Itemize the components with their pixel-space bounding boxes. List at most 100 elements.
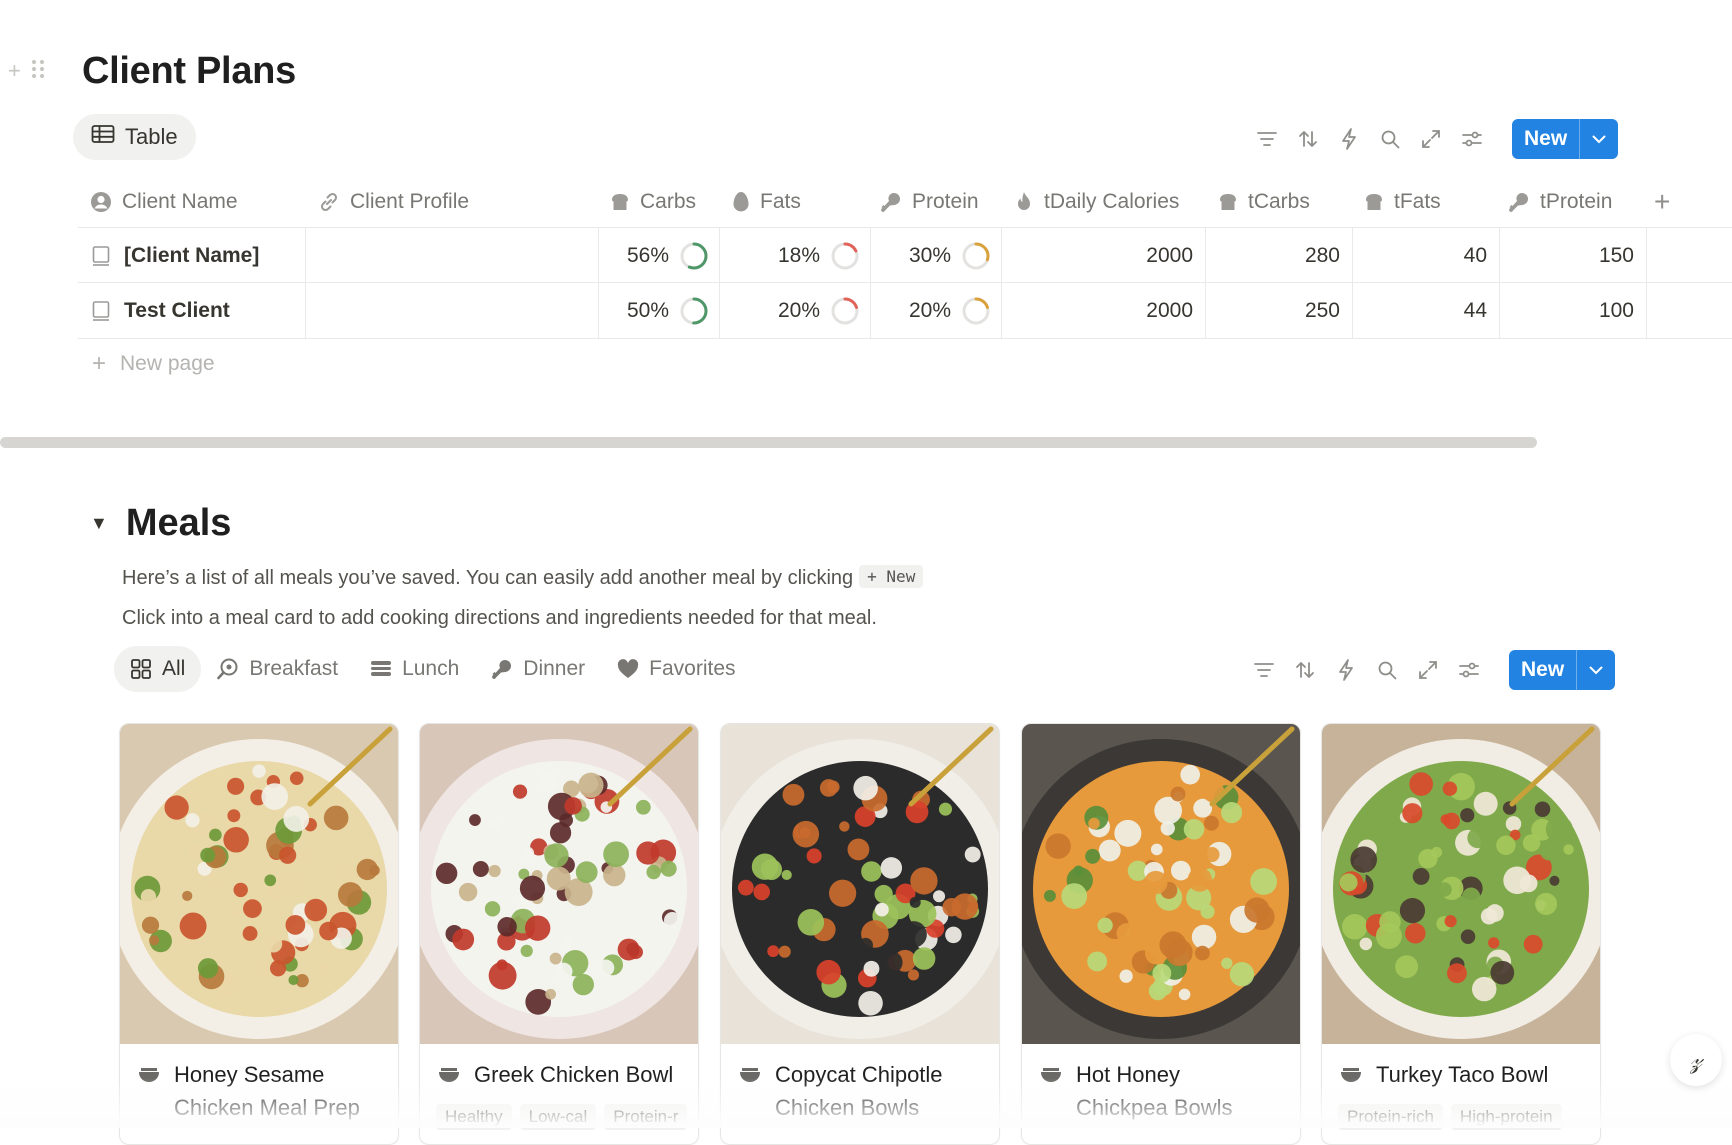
- meal-card-title-text: Hot Honey Chickpea Bowls: [1076, 1058, 1233, 1124]
- divider: [1646, 283, 1647, 338]
- meal-card-title[interactable]: Turkey Taco Bowl: [1340, 1058, 1590, 1091]
- daily-calories-cell[interactable]: 2000: [1002, 228, 1205, 283]
- description-text: Here’s a list of all meals you’ve saved.…: [122, 567, 854, 589]
- client-name-cell[interactable]: [Client Name]: [78, 228, 305, 283]
- bowl-icon: [1341, 1068, 1361, 1082]
- tag-chip[interactable]: Healthy: [436, 1104, 512, 1130]
- column-label: tProtein: [1540, 190, 1613, 213]
- meal-card-title[interactable]: Copycat Chipotle Chicken Bowls: [739, 1058, 989, 1124]
- client-name-cell[interactable]: Test Client: [78, 283, 305, 338]
- meal-card-title[interactable]: Greek Chicken Bowl: [438, 1058, 688, 1091]
- tfats-cell[interactable]: 44: [1353, 283, 1499, 338]
- settings-sliders-icon[interactable]: [1461, 128, 1483, 150]
- divider: [1646, 228, 1647, 283]
- egg-icon: [733, 192, 749, 212]
- ai-assistant-button[interactable]: 𝓏: [1670, 1034, 1722, 1086]
- column-header-client-name[interactable]: Client Name: [90, 180, 238, 224]
- meal-tags: Protein-rich High-protein: [1338, 1104, 1562, 1130]
- tfats-cell[interactable]: 40: [1353, 228, 1499, 283]
- chevron-down-icon[interactable]: [1576, 650, 1615, 690]
- meal-card[interactable]: Copycat Chipotle Chicken Bowls: [720, 723, 1000, 1145]
- column-label: tFats: [1394, 190, 1441, 213]
- assistant-icon: 𝓏: [1689, 1044, 1703, 1075]
- horizontal-scrollbar[interactable]: [0, 437, 1537, 448]
- sort-icon[interactable]: [1294, 659, 1316, 681]
- search-icon[interactable]: [1379, 128, 1401, 150]
- column-header-client-profile[interactable]: Client Profile: [318, 180, 469, 224]
- heart-icon: [618, 659, 639, 678]
- meals-description-1: Here’s a list of all meals you’ve saved.…: [122, 565, 924, 590]
- drumstick-icon: [492, 660, 512, 679]
- expand-icon[interactable]: [1420, 128, 1442, 150]
- client-profile-cell[interactable]: [306, 228, 598, 283]
- table-row[interactable]: [Client Name] 56% 18% 30% 2000 280 40 15…: [78, 227, 1732, 283]
- meal-card[interactable]: Honey Sesame Chicken Meal Prep: [119, 723, 399, 1145]
- new-page-label: New page: [120, 352, 215, 375]
- client-profile-cell[interactable]: [306, 283, 598, 338]
- new-page-button[interactable]: + New page: [92, 350, 215, 378]
- column-header-tcarbs[interactable]: tCarbs: [1218, 180, 1310, 224]
- tcarbs-cell[interactable]: 280: [1206, 228, 1352, 283]
- meal-card[interactable]: Greek Chicken Bowl Healthy Low-cal Protein-…: [419, 723, 699, 1145]
- title-line: Hot Honey: [1076, 1062, 1180, 1087]
- meal-card[interactable]: Turkey Taco Bowl Protein-rich High-protein: [1321, 723, 1601, 1145]
- add-block-icon[interactable]: +: [8, 58, 21, 86]
- column-header-protein[interactable]: Protein: [880, 180, 979, 224]
- add-column-button[interactable]: +: [1654, 180, 1670, 224]
- toggle-triangle-icon[interactable]: ▼: [90, 513, 108, 534]
- title-line: Honey Sesame: [174, 1062, 325, 1087]
- filter-icon[interactable]: [1256, 128, 1278, 150]
- column-header-daily-calories[interactable]: tDaily Calories: [1014, 180, 1179, 224]
- progress-ring: [831, 242, 859, 269]
- column-header-tfats[interactable]: tFats: [1364, 180, 1441, 224]
- fats-cell[interactable]: 18%: [720, 228, 870, 283]
- meal-card[interactable]: Hot Honey Chickpea Bowls: [1021, 723, 1301, 1145]
- carbs-cell[interactable]: 56%: [599, 228, 719, 283]
- daily-calories-cell[interactable]: 2000: [1002, 283, 1205, 338]
- tprotein-cell[interactable]: 100: [1500, 283, 1646, 338]
- meals-heading[interactable]: ▼ Meals: [90, 502, 231, 545]
- expand-icon[interactable]: [1417, 659, 1439, 681]
- tag-chip[interactable]: High-protein: [1450, 1104, 1562, 1130]
- view-tab-table[interactable]: Table: [73, 114, 196, 160]
- title-line: Chickpea Bowls: [1076, 1095, 1233, 1120]
- meal-card-title[interactable]: Hot Honey Chickpea Bowls: [1040, 1058, 1290, 1124]
- meal-view-tabs: All Breakfast Lunch Dinner Favorites: [114, 646, 752, 692]
- table-row[interactable]: Test Client 50% 20% 20% 2000 250 44 100: [78, 282, 1732, 339]
- carbs-cell[interactable]: 50%: [599, 283, 719, 338]
- tprotein-cell[interactable]: 150: [1500, 228, 1646, 283]
- filter-icon[interactable]: [1253, 659, 1275, 681]
- view-tab-label: Table: [125, 124, 178, 149]
- protein-cell[interactable]: 30%: [871, 228, 1001, 283]
- tab-label: Lunch: [402, 657, 460, 680]
- meal-card-title[interactable]: Honey Sesame Chicken Meal Prep: [138, 1058, 388, 1124]
- settings-sliders-icon[interactable]: [1458, 659, 1480, 681]
- column-header-fats[interactable]: Fats: [732, 180, 801, 224]
- new-meal-button[interactable]: New: [1509, 650, 1616, 690]
- drumstick-icon: [881, 193, 900, 212]
- tab-favorites[interactable]: Favorites: [601, 646, 751, 692]
- drag-handle-icon[interactable]: [31, 58, 45, 86]
- fats-cell[interactable]: 20%: [720, 283, 870, 338]
- tcarbs-cell[interactable]: 250: [1206, 283, 1352, 338]
- plus-icon: +: [92, 350, 107, 377]
- tab-breakfast[interactable]: Breakfast: [201, 646, 354, 692]
- chevron-down-icon[interactable]: [1579, 119, 1618, 159]
- tag-chip[interactable]: Protein-rich: [1338, 1104, 1443, 1130]
- automation-icon[interactable]: [1338, 128, 1360, 150]
- sort-icon[interactable]: [1297, 128, 1319, 150]
- column-header-tprotein[interactable]: tProtein: [1508, 180, 1612, 224]
- automation-icon[interactable]: [1335, 659, 1357, 681]
- tab-dinner[interactable]: Dinner: [475, 646, 601, 692]
- protein-cell[interactable]: 20%: [871, 283, 1001, 338]
- column-header-carbs[interactable]: Carbs: [610, 180, 696, 224]
- new-button[interactable]: New: [1512, 119, 1619, 159]
- tag-chip[interactable]: Protein-r: [604, 1104, 688, 1130]
- meal-photo: [1322, 724, 1600, 1044]
- protein-value: 20%: [908, 298, 951, 322]
- search-icon[interactable]: [1376, 659, 1398, 681]
- tab-all[interactable]: All: [114, 646, 202, 692]
- tag-chip[interactable]: Low-cal: [519, 1104, 597, 1130]
- frying-pan-icon: [217, 658, 238, 680]
- tab-lunch[interactable]: Lunch: [354, 646, 475, 692]
